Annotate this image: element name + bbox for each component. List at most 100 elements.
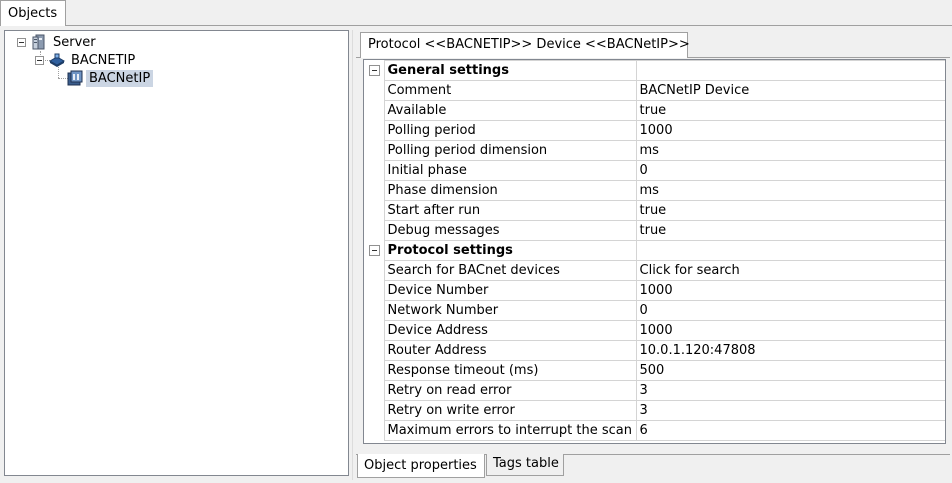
property-grid: General settings Comment BACNetIP Device Av…	[363, 59, 946, 444]
property-name: Network Number	[383, 300, 637, 321]
panel-splitter[interactable]	[352, 30, 353, 480]
property-name: Initial phase	[383, 160, 637, 181]
property-name: Router Address	[383, 340, 637, 361]
group-gutter	[364, 60, 385, 81]
property-value[interactable]: Click for search	[635, 260, 945, 281]
property-row[interactable]: Maximum errors to interrupt the scan 6	[364, 420, 945, 441]
property-value[interactable]: 0	[635, 300, 945, 321]
property-name: Start after run	[383, 200, 637, 221]
property-name: Retry on read error	[383, 380, 637, 401]
row-gutter	[364, 380, 385, 401]
property-row[interactable]: Polling period 1000	[364, 120, 945, 141]
property-name: Search for BACnet devices	[383, 260, 637, 281]
row-gutter	[364, 260, 385, 281]
tree-node-bacnetip-protocol[interactable]: BACNETIP	[35, 51, 138, 69]
property-group-title: General settings	[383, 60, 637, 81]
property-value[interactable]: true	[635, 100, 945, 121]
tab-strip-divider	[0, 25, 952, 26]
property-value[interactable]: 1000	[635, 280, 945, 301]
tab-tags-table-label: Tags table	[493, 456, 559, 471]
property-row[interactable]: Device Address 1000	[364, 320, 945, 341]
object-tree[interactable]: Server BACNETIP BACNetIP	[4, 30, 349, 476]
tree-node-label: Server	[53, 34, 96, 50]
collapse-toggle-icon[interactable]	[35, 55, 44, 65]
property-row[interactable]: Device Number 1000	[364, 280, 945, 301]
row-gutter	[364, 300, 385, 321]
row-gutter	[364, 200, 385, 221]
property-row[interactable]: Debug messages true	[364, 220, 945, 241]
row-gutter	[364, 120, 385, 141]
tab-device-properties-label: Protocol <<BACNETIP>> Device <<BACNetIP>…	[368, 37, 690, 52]
tab-object-properties[interactable]: Object properties	[357, 454, 485, 478]
property-row[interactable]: Search for BACnet devices Click for searc…	[364, 260, 945, 281]
row-gutter	[364, 80, 385, 101]
property-row[interactable]: Comment BACNetIP Device	[364, 80, 945, 101]
property-name: Maximum errors to interrupt the scan	[383, 420, 637, 441]
property-row[interactable]: Available true	[364, 100, 945, 121]
property-value[interactable]: 1000	[635, 120, 945, 141]
property-name: Polling period	[383, 120, 637, 141]
row-gutter	[364, 180, 385, 201]
property-row[interactable]: Start after run true	[364, 200, 945, 221]
tree-node-bacnetip-device[interactable]: BACNetIP	[67, 69, 154, 87]
row-gutter	[364, 420, 385, 441]
row-gutter	[364, 160, 385, 181]
property-row[interactable]: Retry on write error 3	[364, 400, 945, 421]
property-value[interactable]: true	[635, 220, 945, 241]
property-value[interactable]: 6	[635, 420, 945, 441]
row-gutter	[364, 320, 385, 341]
collapse-toggle-icon[interactable]	[17, 37, 26, 47]
collapse-group-icon[interactable]	[369, 64, 380, 76]
group-gutter	[364, 240, 385, 261]
property-value[interactable]: ms	[635, 140, 945, 161]
property-value[interactable]: 1000	[635, 320, 945, 341]
property-row[interactable]: Initial phase 0	[364, 160, 945, 181]
property-name: Device Number	[383, 280, 637, 301]
row-gutter	[364, 100, 385, 121]
property-value[interactable]: 10.0.1.120:47808	[635, 340, 945, 361]
tree-node-label-selected: BACNetIP	[86, 69, 154, 87]
property-value[interactable]: BACNetIP Device	[635, 80, 945, 101]
property-name: Available	[383, 100, 637, 121]
property-value[interactable]: true	[635, 200, 945, 221]
property-row[interactable]: Polling period dimension ms	[364, 140, 945, 161]
property-group-empty-value	[635, 240, 945, 261]
property-group-empty-value	[635, 60, 945, 81]
property-name: Phase dimension	[383, 180, 637, 201]
tree-node-server[interactable]: Server	[17, 33, 99, 51]
property-row[interactable]: Router Address 10.0.1.120:47808	[364, 340, 945, 361]
tab-tags-table[interactable]: Tags table	[486, 454, 564, 476]
property-row[interactable]: Network Number 0	[364, 300, 945, 321]
property-row[interactable]: Response timeout (ms) 500	[364, 360, 945, 381]
row-gutter	[364, 220, 385, 241]
tab-object-properties-label: Object properties	[364, 458, 477, 473]
property-name: Device Address	[383, 320, 637, 341]
server-icon	[32, 34, 45, 50]
property-row[interactable]: Retry on read error 3	[364, 380, 945, 401]
tab-device-properties[interactable]: Protocol <<BACNETIP>> Device <<BACNetIP>…	[360, 32, 690, 58]
tab-objects-label: Objects	[8, 6, 58, 21]
row-gutter	[364, 140, 385, 161]
property-table: General settings Comment BACNetIP Device Av…	[364, 60, 945, 441]
property-name: Comment	[383, 80, 637, 101]
property-group-row[interactable]: General settings	[364, 60, 945, 81]
property-name: Polling period dimension	[383, 140, 637, 161]
property-name: Retry on write error	[383, 400, 637, 421]
property-name: Response timeout (ms)	[383, 360, 637, 381]
device-icon	[67, 70, 83, 86]
protocol-icon	[49, 53, 65, 67]
property-group-row[interactable]: Protocol settings	[364, 240, 945, 261]
property-value[interactable]: ms	[635, 180, 945, 201]
property-group-title: Protocol settings	[383, 240, 637, 261]
property-value[interactable]: 500	[635, 360, 945, 381]
property-value[interactable]: 3	[635, 400, 945, 421]
tab-objects[interactable]: Objects	[0, 0, 66, 26]
property-name: Debug messages	[383, 220, 637, 241]
property-value[interactable]: 0	[635, 160, 945, 181]
row-gutter	[364, 280, 385, 301]
property-row[interactable]: Phase dimension ms	[364, 180, 945, 201]
property-value[interactable]: 3	[635, 380, 945, 401]
row-gutter	[364, 340, 385, 361]
tree-node-label: BACNETIP	[71, 52, 136, 68]
collapse-group-icon[interactable]	[369, 244, 380, 256]
